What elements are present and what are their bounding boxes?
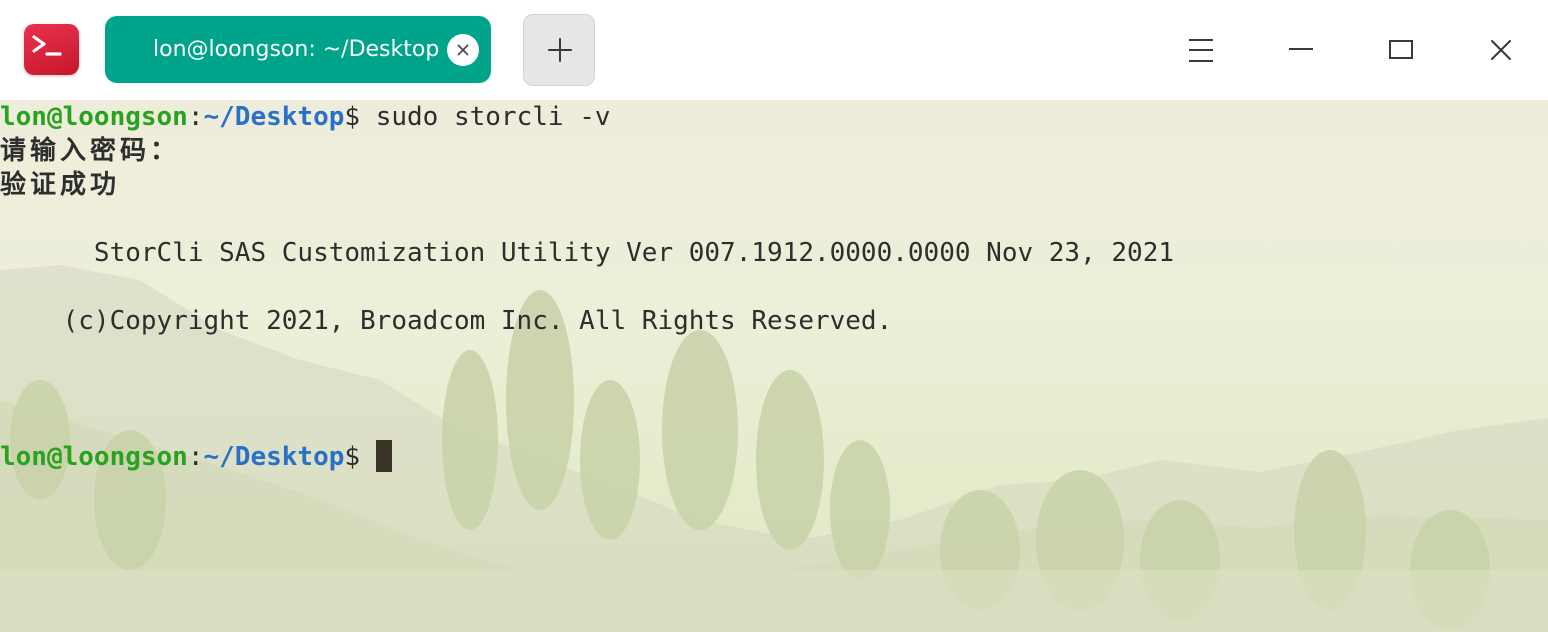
minimize-button[interactable] [1276,25,1326,75]
prompt-dollar: $ [344,102,361,132]
current-prompt-line: lon@loongson:~/Desktop$ [0,439,392,474]
terminal-output-area[interactable]: lon@loongson:~/Desktop$ sudo storcli -v … [0,100,1548,632]
new-tab-button[interactable] [523,14,595,86]
minimize-icon [1289,48,1313,50]
terminal-app-icon[interactable] [24,24,79,75]
tab-terminal-session[interactable]: lon@loongson: ~/Desktop [105,16,491,83]
close-icon [1491,40,1511,60]
wallpaper-landscape [0,265,1548,632]
hamburger-menu-icon [1189,39,1213,62]
prompt-path: ~/Desktop [203,442,345,472]
password-prompt: 请输入密码： [0,136,181,166]
terminal-window: lon@loongson: ~/Desktop lon@loongson:~/D… [0,0,1548,632]
tab-title: lon@loongson: ~/Desktop [153,37,440,62]
prompt-separator: : [187,102,204,132]
prompt-user: lon@loongson [0,102,188,132]
prompt-separator: : [187,442,204,472]
tab-close-icon[interactable] [447,34,479,66]
maximize-icon [1389,40,1413,59]
command-line: lon@loongson:~/Desktop$ sudo storcli -v [0,100,611,134]
prompt-path: ~/Desktop [203,102,345,132]
menu-button[interactable] [1176,25,1226,75]
title-bar: lon@loongson: ~/Desktop [0,0,1548,100]
text-cursor [375,439,392,472]
plus-icon [548,38,572,62]
auth-success-message: 验证成功 [0,170,121,200]
maximize-button[interactable] [1376,25,1426,75]
prompt-dollar: $ [344,442,361,472]
prompt-user: lon@loongson [0,442,188,472]
close-window-button[interactable] [1476,25,1526,75]
version-output: StorCli SAS Customization Utility Ver 00… [0,238,1174,268]
command-text: sudo storcli -v [360,102,611,132]
copyright-output: (c)Copyright 2021, Broadcom Inc. All Rig… [0,306,893,336]
